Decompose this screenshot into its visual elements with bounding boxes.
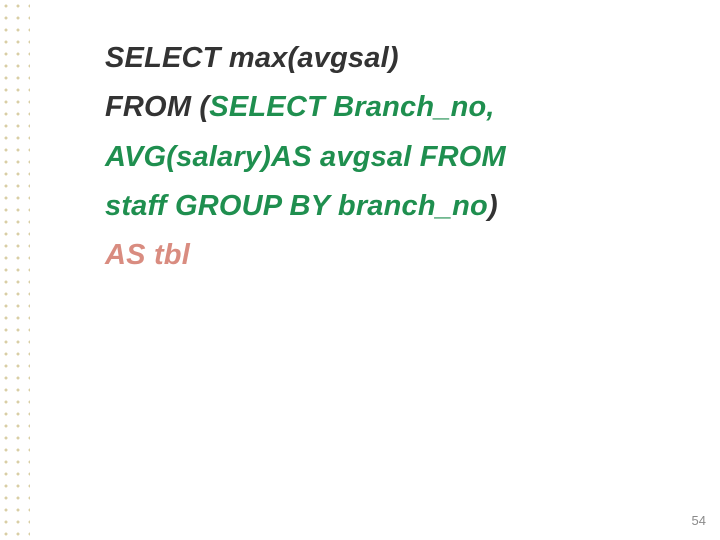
slide-text-block: SELECT max(avgsal) FROM (SELECT Branch_n… — [105, 34, 665, 280]
code-line: AS tbl — [105, 231, 665, 280]
code-line: staff GROUP BY branch_no) — [105, 182, 665, 231]
code-text: staff GROUP BY branch_no — [105, 190, 488, 222]
code-text: ) — [488, 190, 498, 222]
code-line: AVG(salary)AS avgsal FROM — [105, 133, 665, 182]
code-line: SELECT max(avgsal) — [105, 34, 665, 83]
page-number: 54 — [692, 513, 706, 528]
code-text: SELECT Branch_no, — [209, 91, 494, 123]
code-line: FROM (SELECT Branch_no, — [105, 83, 665, 132]
code-text: AS tbl — [105, 239, 190, 271]
code-text: FROM ( — [105, 91, 209, 123]
code-text: AVG(salary)AS avgsal FROM — [105, 141, 506, 173]
decorative-left-border — [0, 0, 30, 540]
code-text: SELECT max(avgsal) — [105, 42, 399, 74]
